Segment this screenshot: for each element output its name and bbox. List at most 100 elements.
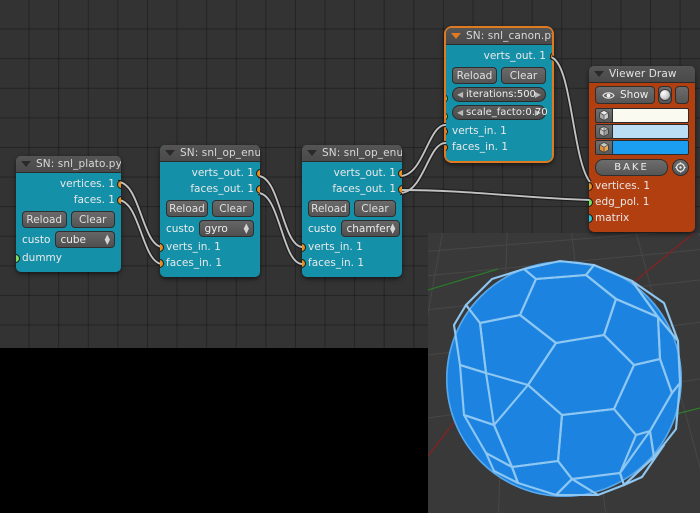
collapse-triangle-icon[interactable]: [21, 161, 31, 167]
input-socket-row[interactable]: verts_in. 1: [446, 123, 546, 139]
socket-verts-in[interactable]: [160, 242, 164, 252]
socket-label: matrix: [595, 212, 630, 224]
eye-icon: [602, 91, 615, 99]
input-socket-row[interactable]: matrix: [589, 210, 689, 226]
clear-button[interactable]: Clear: [212, 200, 254, 217]
socket-label: dummy: [22, 252, 62, 264]
input-socket-row[interactable]: dummy: [16, 250, 115, 266]
input-socket-row[interactable]: faces_in. 1: [302, 255, 396, 271]
property-row: custo cube ▲ ▼: [22, 231, 115, 248]
collapse-triangle-icon[interactable]: [307, 150, 317, 156]
socket-label: faces_out. 1: [190, 183, 254, 195]
socket-faces-in[interactable]: [302, 258, 306, 268]
face-cube-icon: [596, 141, 613, 154]
socket-label: faces_in. 1: [452, 141, 509, 153]
socket-faces-out[interactable]: [256, 184, 260, 194]
reload-button[interactable]: Reload: [452, 67, 497, 84]
output-socket-row[interactable]: verts_out. 1: [308, 165, 402, 181]
node-snl-canon[interactable]: SN: snl_canon.py verts_out. 1 Reload Cle…: [444, 26, 554, 163]
node-header[interactable]: SN: snl_op_enum.py: [302, 145, 402, 162]
clear-button[interactable]: Clear: [354, 200, 396, 217]
viewport-scene: [428, 233, 700, 513]
socket-label: verts_out. 1: [191, 167, 254, 179]
node-header[interactable]: SN: snl_plato.py: [16, 156, 121, 173]
node-header[interactable]: SN: snl_canon.py: [446, 28, 552, 45]
output-socket-row[interactable]: verts_out. 1: [166, 165, 260, 181]
socket-label: faces_in. 1: [166, 257, 223, 269]
reload-button[interactable]: Reload: [166, 200, 208, 217]
node-snl-plato[interactable]: SN: snl_plato.py vertices. 1 faces. 1 Re…: [16, 156, 121, 272]
mesh-object: [446, 259, 682, 497]
gear-icon[interactable]: [672, 159, 689, 176]
face-color-row[interactable]: [595, 140, 689, 155]
socket-verts-in[interactable]: [302, 242, 306, 252]
edge-color-swatch[interactable]: [613, 125, 688, 138]
show-toggle-row: Show: [595, 86, 689, 104]
socket-vertices-out[interactable]: [117, 179, 121, 189]
vertex-color-row[interactable]: [595, 108, 689, 123]
socket-verts-out[interactable]: [256, 168, 260, 178]
node-header[interactable]: SN: snl_op_enum.py: [160, 145, 260, 162]
clear-button[interactable]: Clear: [70, 211, 115, 228]
node-snl-op-enum-gyro[interactable]: SN: snl_op_enum.py verts_out. 1 faces_ou…: [160, 145, 260, 277]
socket-verts-out[interactable]: [550, 51, 552, 61]
socket-faces-out[interactable]: [398, 184, 402, 194]
reload-button[interactable]: Reload: [22, 211, 67, 228]
face-color-swatch[interactable]: [613, 141, 688, 154]
output-socket-row[interactable]: verts_out. 1: [452, 48, 552, 64]
socket-edg-pol-in[interactable]: [589, 197, 593, 207]
bake-button[interactable]: BAKE: [595, 159, 668, 176]
socket-verts-in[interactable]: [446, 126, 448, 136]
socket-scale-factor-in[interactable]: [446, 111, 448, 121]
show-toggle-button[interactable]: Show: [595, 86, 656, 104]
input-socket-row[interactable]: edg_pol. 1: [589, 194, 689, 210]
collapse-triangle-icon[interactable]: [594, 71, 604, 77]
socket-faces-out[interactable]: [117, 195, 121, 205]
enum-dropdown-custo[interactable]: gyro ▲ ▼: [199, 220, 254, 237]
enum-dropdown-custo[interactable]: chamfer ▲ ▼: [341, 220, 401, 237]
socket-faces-in[interactable]: [446, 142, 448, 152]
socket-verts-out[interactable]: [398, 168, 402, 178]
input-socket-row[interactable]: verts_in. 1: [160, 239, 254, 255]
property-label: custo: [308, 222, 337, 235]
enum-dropdown-custo[interactable]: cube ▲ ▼: [55, 231, 115, 248]
node-viewer-draw[interactable]: Viewer Draw Show BAKE vertices. 1 edg_po…: [589, 66, 695, 232]
output-socket-row[interactable]: vertices. 1: [22, 176, 121, 192]
shading-sphere-button[interactable]: [658, 86, 673, 104]
socket-iterations-in[interactable]: [446, 93, 448, 103]
vertex-color-swatch[interactable]: [613, 109, 688, 122]
output-socket-row[interactable]: faces_out. 1: [308, 181, 402, 197]
node-header[interactable]: Viewer Draw: [589, 66, 695, 83]
clear-button[interactable]: Clear: [501, 67, 546, 84]
reload-button[interactable]: Reload: [308, 200, 350, 217]
chevron-updown-icon: ▲ ▼: [243, 221, 249, 235]
output-socket-row[interactable]: faces. 1: [22, 192, 121, 208]
property-row: custo chamfer ▲ ▼: [308, 220, 401, 237]
socket-vertices-in[interactable]: [589, 181, 593, 191]
button-row: Reload Clear: [452, 67, 546, 84]
extra-toggle-button[interactable]: [675, 86, 689, 104]
output-socket-row[interactable]: faces_out. 1: [166, 181, 260, 197]
collapse-triangle-icon[interactable]: [165, 150, 175, 156]
input-socket-row[interactable]: faces_in. 1: [160, 255, 254, 271]
node-snl-op-enum-chamfer[interactable]: SN: snl_op_enum.py verts_out. 1 faces_ou…: [302, 145, 402, 277]
node-title: SN: snl_op_enum.py: [322, 147, 402, 159]
input-socket-row[interactable]: faces_in. 1: [446, 139, 546, 155]
socket-faces-in[interactable]: [160, 258, 164, 268]
collapse-triangle-icon[interactable]: [451, 33, 461, 39]
edge-color-row[interactable]: [595, 124, 689, 139]
property-label: custo: [166, 222, 195, 235]
socket-label: vertices. 1: [59, 178, 115, 190]
socket-label: faces_out. 1: [332, 183, 396, 195]
node-title: SN: snl_op_enum.py: [180, 147, 260, 159]
input-socket-row[interactable]: verts_in. 1: [302, 239, 396, 255]
chevron-updown-icon: ▲ ▼: [104, 232, 110, 246]
enum-value: gyro: [204, 222, 228, 235]
input-socket-row[interactable]: vertices. 1: [589, 178, 689, 194]
socket-dummy-in[interactable]: [16, 253, 20, 263]
slider-scale-factor[interactable]: ◀ ▶ scale_facto: 0.70: [452, 105, 548, 120]
viewport-3d[interactable]: [428, 233, 700, 513]
slider-iterations[interactable]: ◀ ▶ iterations: 500: [452, 87, 546, 102]
socket-label: verts_in. 1: [308, 241, 363, 253]
socket-matrix-in[interactable]: [589, 213, 593, 223]
